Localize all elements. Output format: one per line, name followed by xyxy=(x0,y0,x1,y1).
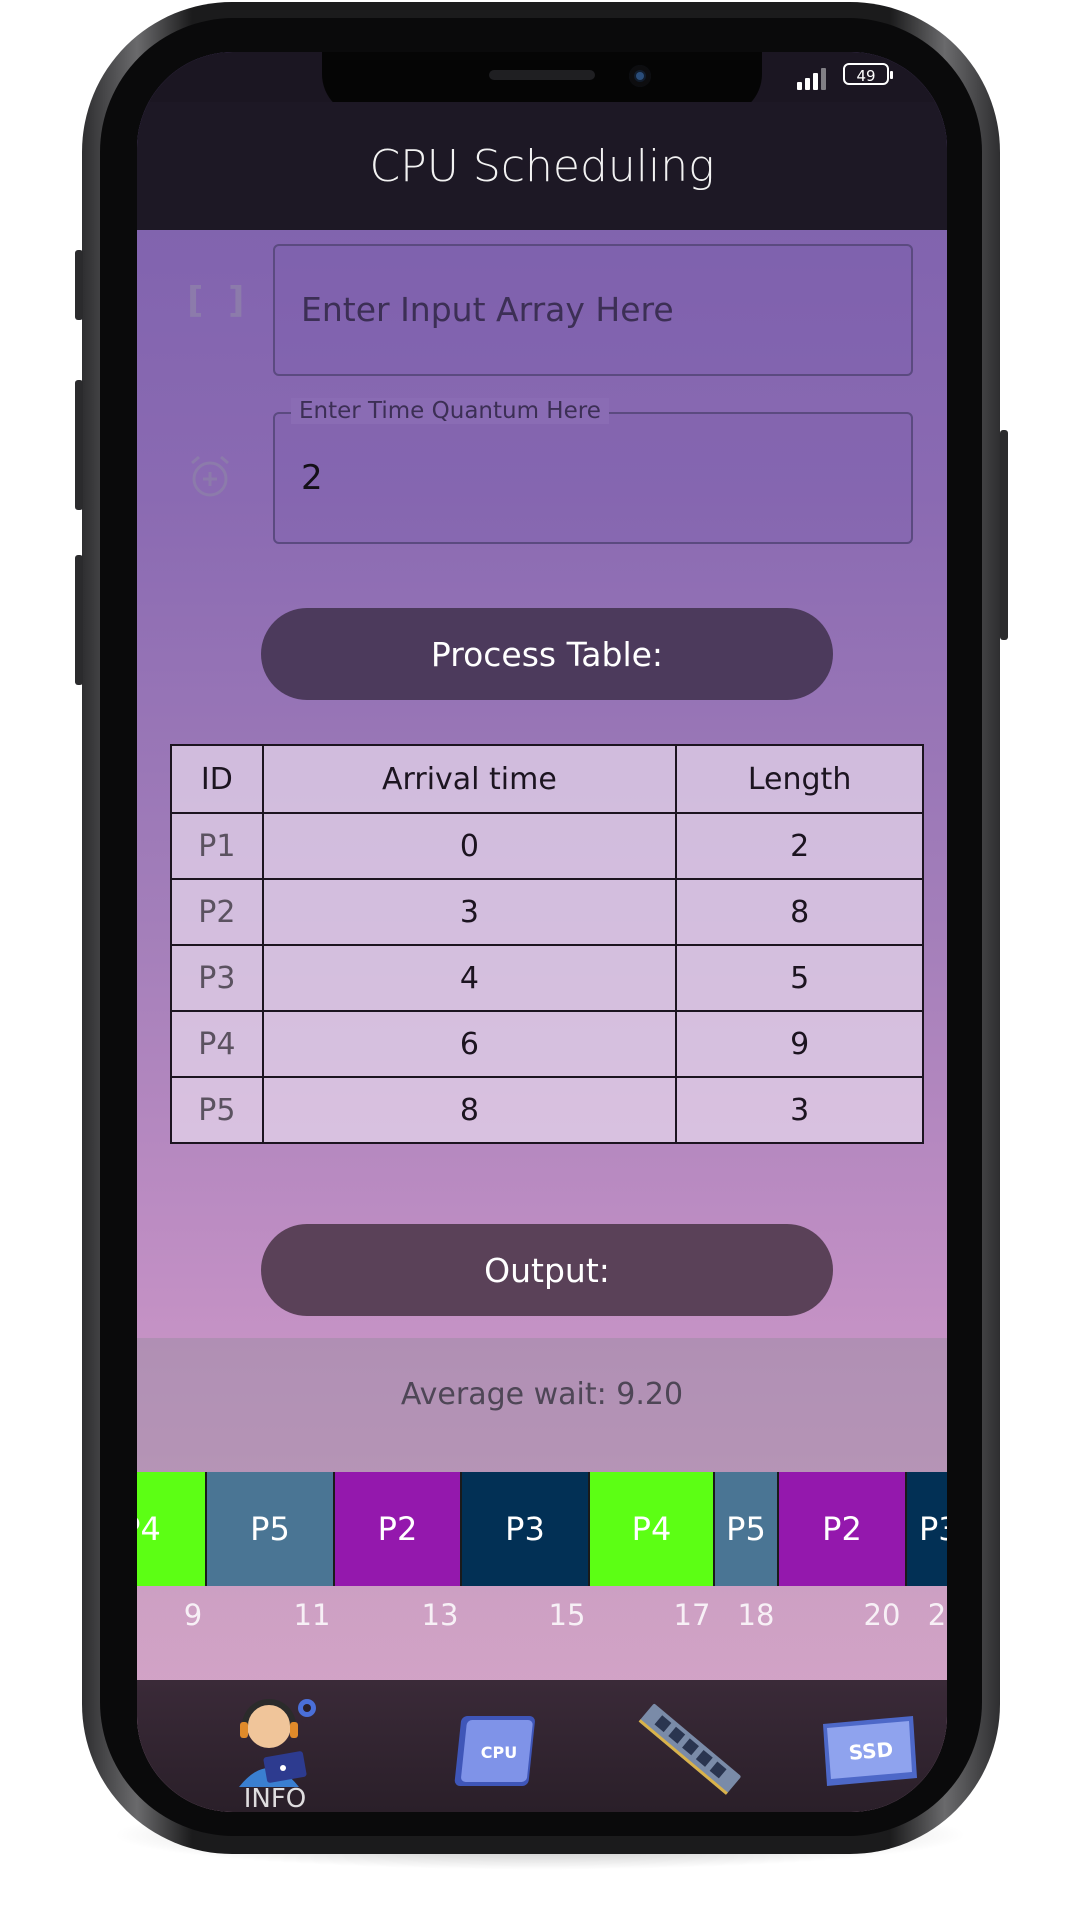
gantt-block: P3 xyxy=(907,1472,947,1586)
phone-side-button xyxy=(75,250,83,320)
process-id-cell: P4 xyxy=(170,1010,264,1078)
arrival-time-cell: 4 xyxy=(261,944,678,1012)
arrival-time-cell: 8 xyxy=(261,1076,678,1144)
svg-text:SSD: SSD xyxy=(848,1737,894,1765)
input-array-placeholder: Enter Input Array Here xyxy=(301,290,674,329)
alarm-add-icon xyxy=(187,454,233,500)
column-header-id: ID xyxy=(170,744,264,814)
gantt-block-label: P3 xyxy=(919,1510,947,1548)
arrival-time-cell: 3 xyxy=(261,878,678,946)
gantt-time-axis: 9 11 13 15 17 18 20 2 xyxy=(137,1598,947,1638)
gantt-tick-label: 13 xyxy=(421,1598,459,1632)
gantt-tick-label: 15 xyxy=(548,1598,586,1632)
nav-item-ram[interactable] xyxy=(635,1680,745,1812)
app-bar: CPU Scheduling xyxy=(137,102,947,230)
length-cell: 2 xyxy=(675,812,924,880)
front-camera xyxy=(629,65,651,87)
table-row: P1 0 2 xyxy=(170,812,924,880)
table-row: P4 6 9 xyxy=(170,1010,924,1078)
bottom-nav: INFO CPU SSD xyxy=(137,1680,947,1812)
nav-item-ssd[interactable]: SSD xyxy=(817,1680,927,1812)
gantt-block: P2 xyxy=(779,1472,907,1586)
phone-side-button xyxy=(1000,430,1008,640)
table-header-row: ID Arrival time Length xyxy=(170,744,924,814)
time-quantum-value: 2 xyxy=(301,458,323,498)
gantt-block: P3 xyxy=(462,1472,590,1586)
column-header-length: Length xyxy=(675,744,924,814)
speaker-grille xyxy=(489,70,595,80)
cell-signal-icon xyxy=(797,68,837,90)
gantt-tick-label: 17 xyxy=(673,1598,711,1632)
gantt-block: P2 xyxy=(335,1472,462,1586)
length-cell: 5 xyxy=(675,944,924,1012)
gantt-block-label: P4 xyxy=(631,1510,672,1548)
time-quantum-label: Enter Time Quantum Here xyxy=(291,398,609,424)
gantt-block-label: P2 xyxy=(377,1510,418,1548)
page-title: CPU Scheduling xyxy=(369,140,715,192)
output-label: Output: xyxy=(484,1250,610,1290)
gantt-block-label: P4 xyxy=(137,1510,161,1548)
process-id-cell: P2 xyxy=(170,878,264,946)
nav-item-cpu[interactable]: CPU xyxy=(447,1680,557,1812)
nav-label-info: INFO xyxy=(243,1784,307,1812)
phone-side-button xyxy=(75,380,83,510)
time-quantum-field[interactable]: Enter Time Quantum Here 2 xyxy=(273,398,913,544)
table-row: P2 3 8 xyxy=(170,878,924,946)
phone-screen: 49 CPU Scheduling [ ] Enter Input Array … xyxy=(137,52,947,1812)
support-agent-icon xyxy=(239,1699,316,1787)
gantt-tick-label: 9 xyxy=(183,1598,203,1632)
gantt-block-label: P2 xyxy=(822,1510,862,1548)
gantt-block: P4 xyxy=(590,1472,715,1586)
arrival-time-cell: 0 xyxy=(261,812,678,880)
process-table: ID Arrival time Length P1 0 2 P2 3 8 P3 … xyxy=(170,744,924,1144)
gantt-chart[interactable]: P4 P5 P2 P3 P4 P5 P2 P3 xyxy=(137,1472,947,1588)
svg-text:CPU: CPU xyxy=(481,1743,517,1762)
ram-stick-icon xyxy=(638,1703,741,1795)
array-brackets-icon: [ ] xyxy=(187,280,251,321)
gantt-tick-label: 2 xyxy=(927,1598,947,1632)
arrival-time-cell: 6 xyxy=(261,1010,678,1078)
cpu-chip-icon: CPU xyxy=(454,1716,535,1786)
length-cell: 3 xyxy=(675,1076,924,1144)
gantt-tick-label: 20 xyxy=(863,1598,901,1632)
phone-side-button xyxy=(75,555,83,685)
average-wait-text: Average wait: 9.20 xyxy=(400,1377,684,1412)
gantt-block-label: P5 xyxy=(726,1510,766,1548)
length-cell: 9 xyxy=(675,1010,924,1078)
gantt-block: P5 xyxy=(207,1472,335,1586)
process-table-button[interactable]: Process Table: xyxy=(261,608,833,700)
gantt-tick-label: 18 xyxy=(737,1598,775,1632)
process-table-label: Process Table: xyxy=(430,634,664,674)
length-cell: 8 xyxy=(675,878,924,946)
gantt-block: P5 xyxy=(715,1472,779,1586)
battery-icon: 49 xyxy=(843,63,893,85)
gantt-block-label: P3 xyxy=(505,1510,545,1548)
gantt-block-label: P5 xyxy=(250,1510,290,1548)
gantt-tick-label: 11 xyxy=(293,1598,331,1632)
nav-item-info[interactable]: INFO xyxy=(215,1680,335,1812)
column-header-arrival: Arrival time xyxy=(261,744,678,814)
process-id-cell: P1 xyxy=(170,812,264,880)
process-id-cell: P3 xyxy=(170,944,264,1012)
input-array-field[interactable]: Enter Input Array Here xyxy=(273,244,913,376)
ssd-drive-icon: SSD xyxy=(823,1716,917,1786)
process-id-cell: P5 xyxy=(170,1076,264,1144)
table-row: P3 4 5 xyxy=(170,944,924,1012)
gantt-block: P4 xyxy=(137,1472,207,1586)
output-button[interactable]: Output: xyxy=(261,1224,833,1316)
table-row: P5 8 3 xyxy=(170,1076,924,1144)
